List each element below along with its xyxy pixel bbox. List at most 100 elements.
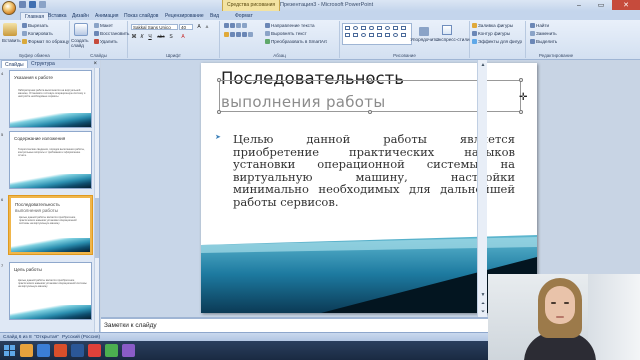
webcam-eye — [564, 302, 569, 304]
group-paragraph: Направление текста Выровнять текст Преоб… — [220, 21, 340, 58]
quick-styles-icon[interactable] — [442, 25, 452, 35]
new-slide-button[interactable]: Создать слайд — [71, 38, 93, 48]
shape-fill-button[interactable]: Заливка фигуры — [472, 23, 513, 28]
language-indicator[interactable]: Русский (Россия) — [62, 334, 100, 341]
word-icon[interactable] — [71, 344, 84, 357]
format-painter-button[interactable]: Формат по образцу — [22, 39, 69, 44]
bullets-icon[interactable] — [224, 23, 247, 28]
office-button[interactable] — [2, 1, 16, 15]
tab-animation[interactable]: Анимация — [95, 12, 118, 20]
font-size-combo[interactable]: 40 — [179, 24, 193, 30]
notes-pane[interactable]: Заметки к слайду — [101, 317, 488, 332]
italic-button[interactable]: К — [139, 34, 145, 40]
app-icon[interactable] — [105, 344, 118, 357]
reset-button[interactable]: Восстановить — [94, 31, 129, 36]
undo-icon[interactable] — [29, 1, 36, 8]
tab-design[interactable]: Дизайн — [72, 12, 89, 20]
tab-review[interactable]: Рецензирование — [165, 12, 204, 20]
tab-format[interactable]: Формат — [235, 12, 253, 20]
panel-tabs: Слайды Структура × — [0, 60, 100, 68]
title-bar: Средства рисования Презентация3 - Micros… — [0, 0, 640, 15]
delete-slide-button[interactable]: Удалить — [94, 39, 118, 44]
slide-thumbnail-selected[interactable]: Последовательность выполнения работы Цел… — [9, 196, 92, 254]
copy-button[interactable]: Копировать — [22, 31, 53, 36]
font-name-combo[interactable]: Sakkal Sans Unico — [131, 24, 178, 30]
shrink-font-icon[interactable]: A — [204, 24, 210, 30]
resize-handle[interactable] — [519, 110, 523, 114]
grow-font-icon[interactable]: A — [196, 24, 202, 30]
find-button[interactable]: Найти — [530, 23, 549, 28]
thumbnail-subtitle: выполнения работы — [15, 208, 58, 213]
slide-thumbnail[interactable]: Цель работы Целью данной работы является… — [9, 262, 92, 320]
close-icon[interactable]: × — [93, 60, 97, 68]
browser-icon[interactable] — [37, 344, 50, 357]
font-color-icon[interactable]: A — [180, 34, 186, 40]
save-icon[interactable] — [19, 1, 26, 8]
resize-handle[interactable] — [519, 78, 523, 82]
align-text-button[interactable]: Выровнять текст — [265, 31, 307, 36]
thumbnail-title: Указания к работе — [14, 75, 53, 80]
select-button[interactable]: Выделить — [530, 39, 557, 44]
paragraph-label: Абзац — [273, 53, 286, 58]
canvas-scrollbar[interactable]: ▲ ▼ ⏶ ⏷ — [477, 60, 487, 317]
text-direction-icon — [265, 23, 270, 28]
scroll-up-icon[interactable]: ▲ — [479, 61, 487, 69]
scrollbar-thumb[interactable] — [95, 198, 99, 258]
arrange-button[interactable]: Упорядочить — [410, 27, 438, 42]
slide-body-text[interactable]: Целью данной работы является приобретени… — [233, 133, 515, 208]
paste-button[interactable]: Вставить — [2, 38, 21, 43]
window-title: Презентация3 - Microsoft PowerPoint — [280, 2, 374, 8]
ribbon: Вставить Вырезать Копировать Формат по о… — [0, 20, 640, 60]
slide-counter: Слайд 6 из 8 — [3, 335, 32, 340]
tab-view[interactable]: Вид — [210, 12, 219, 20]
next-slide-icon[interactable]: ⏷ — [479, 308, 487, 316]
tab-slides[interactable]: Слайды — [1, 60, 28, 68]
slide-thumbnail[interactable]: Содержание изложения Теоретические сведе… — [9, 131, 92, 189]
close-button[interactable]: ✕ — [612, 0, 640, 10]
powerpoint-icon[interactable] — [54, 344, 67, 357]
tab-home[interactable]: Главная — [20, 12, 50, 20]
group-slides: Создать слайд Макет Восстановить Удалить… — [70, 21, 129, 58]
replace-button[interactable]: Заменить — [530, 31, 557, 36]
app-icon[interactable] — [122, 344, 135, 357]
start-button[interactable] — [4, 345, 15, 356]
smartart-button[interactable]: Преобразовать в SmartArt — [265, 39, 327, 44]
tab-insert[interactable]: Вставка — [48, 12, 67, 20]
shape-outline-button[interactable]: Контур фигуры — [472, 31, 510, 36]
webcam-eye — [551, 302, 556, 304]
tab-outline[interactable]: Структура — [28, 60, 58, 68]
bold-button[interactable]: Ж — [131, 34, 137, 40]
thumbnail-number: 7 — [1, 263, 4, 268]
shape-effects-button[interactable]: Эффекты для фигур — [472, 39, 522, 44]
slide-thumbnail[interactable]: Указания к работе Лабораторная работа вы… — [9, 70, 92, 128]
quick-styles-button[interactable]: Экспресс-стили — [436, 37, 470, 42]
strikethrough-button[interactable]: abc — [156, 34, 166, 40]
panel-scrollbar[interactable] — [94, 68, 99, 332]
taskbar-apps — [20, 344, 135, 357]
scroll-down-icon[interactable]: ▼ — [479, 291, 487, 299]
underline-button[interactable]: Ч — [147, 34, 153, 40]
align-icons[interactable] — [224, 32, 253, 37]
minimize-button[interactable]: – — [568, 0, 590, 10]
tab-slideshow[interactable]: Показ слайдов — [124, 12, 158, 20]
new-slide-icon[interactable] — [74, 23, 88, 36]
app-icon[interactable] — [88, 344, 101, 357]
drawing-label: Рисование — [393, 53, 416, 58]
slide-title-line2[interactable]: выполнения работы — [221, 93, 385, 111]
shapes-gallery[interactable] — [342, 23, 412, 45]
explorer-icon[interactable] — [20, 344, 33, 357]
layout-icon — [94, 23, 99, 28]
previous-slide-icon[interactable]: ⏶ — [479, 300, 487, 308]
shadow-button[interactable]: S — [168, 34, 174, 40]
resize-handle[interactable] — [217, 78, 221, 82]
text-direction-button[interactable]: Направление текста — [265, 23, 315, 28]
redo-icon[interactable] — [39, 1, 46, 8]
notes-placeholder: Заметки к слайду — [104, 322, 157, 329]
brush-icon — [22, 39, 27, 44]
resize-handle[interactable] — [368, 78, 372, 82]
maximize-button[interactable]: ▭ — [590, 0, 612, 10]
layout-button[interactable]: Макет — [94, 23, 113, 28]
paste-icon[interactable] — [3, 23, 17, 36]
cut-button[interactable]: Вырезать — [22, 23, 48, 28]
scissors-icon — [22, 23, 27, 28]
